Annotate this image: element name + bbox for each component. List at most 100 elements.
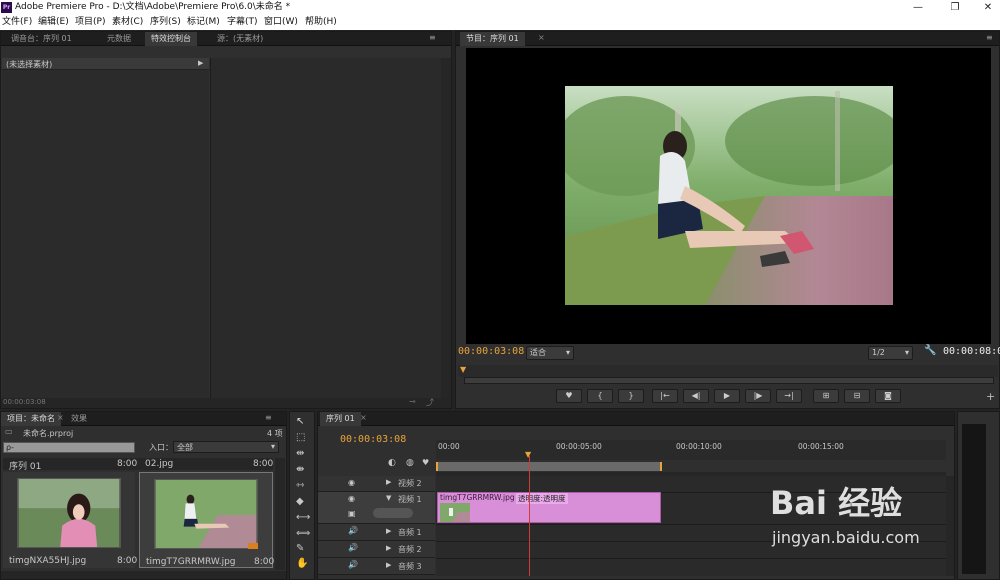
mark-in-button[interactable]: {: [587, 389, 613, 403]
export-frame-button[interactable]: ◙: [875, 389, 901, 403]
collapse-icon[interactable]: ▼: [386, 494, 391, 502]
preview-frame: [565, 86, 893, 305]
effect-controls-panel: 调音台：序列 01 元数据 特效控制台 源：(无素材) ≡ (未选择素材) ▶ …: [0, 31, 452, 409]
rolling-edit-tool-icon[interactable]: ⇼: [296, 464, 304, 475]
panel-menu-icon[interactable]: ≡: [265, 413, 272, 422]
add-marker-button[interactable]: ♥: [556, 389, 582, 403]
tab-metadata[interactable]: 元数据: [101, 32, 137, 46]
close-icon[interactable]: ✕: [978, 0, 998, 15]
clip-name: timgT7GRRMRW.jpg: [440, 493, 515, 502]
menu-window[interactable]: 窗口(W): [264, 15, 298, 30]
chevron-down-icon: ▾: [904, 348, 909, 357]
menu-clip[interactable]: 素材(C): [112, 15, 143, 30]
add-button-icon[interactable]: +: [986, 390, 995, 403]
mini-timeline[interactable]: ▼: [458, 365, 998, 377]
set-marker-icon[interactable]: ◍: [406, 458, 414, 468]
menu-title[interactable]: 字幕(T): [227, 15, 258, 30]
thumbnail-timgNXA55HJ: [17, 478, 121, 548]
selection-tool-icon[interactable]: ↖: [296, 416, 304, 427]
tab-close-icon[interactable]: ×: [57, 413, 64, 422]
snap-icon[interactable]: ◐: [388, 458, 396, 468]
razor-tool-icon[interactable]: ◆: [296, 496, 304, 507]
tab-project[interactable]: 项目：未命名: [1, 412, 61, 426]
marker-icon[interactable]: ♥: [422, 458, 429, 467]
zoom-scrollbar[interactable]: [464, 377, 994, 384]
eye-icon[interactable]: ◉: [348, 494, 355, 503]
list-item[interactable]: timgT7GRRMRW.jpg 8:00: [139, 472, 274, 568]
properties-area: [2, 70, 209, 398]
tab-audio-mixer[interactable]: 调音台：序列 01: [5, 32, 78, 46]
slip-tool-icon[interactable]: ⟷: [296, 512, 310, 523]
panel-menu-icon[interactable]: ≡: [986, 33, 993, 42]
quality-dropdown[interactable]: 1/2 ▾: [868, 346, 913, 360]
hand-tool-icon[interactable]: ✋: [296, 558, 308, 569]
go-to-in-button[interactable]: |←: [652, 389, 678, 403]
video-preview[interactable]: [466, 48, 991, 344]
maximize-icon[interactable]: ❐: [945, 0, 965, 15]
wrench-icon[interactable]: 🔧: [924, 345, 936, 356]
extract-button[interactable]: ⊟: [844, 389, 870, 403]
step-forward-button[interactable]: |▶: [745, 389, 771, 403]
playhead-icon[interactable]: ▼: [460, 365, 466, 374]
list-item[interactable]: timgNXA55HJ.jpg 8:00: [3, 472, 137, 568]
speaker-icon[interactable]: 🔊: [348, 543, 358, 552]
tools-panel: ↖ ⬚ ⇹ ⇼ ⇿ ◆ ⟷ ⟺ ✎ ✋: [289, 411, 315, 580]
in-dropdown[interactable]: 全部 ▾: [173, 441, 279, 453]
tab-close-icon[interactable]: ×: [538, 33, 545, 42]
item-name[interactable]: 序列 01: [9, 459, 41, 472]
step-back-button[interactable]: ◀|: [683, 389, 709, 403]
filter-icon[interactable]: ⊸: [409, 397, 416, 406]
watermark: Bai 经验 jingyan.baidu.com: [770, 470, 950, 547]
time-ruler[interactable]: 00:00 00:00:05:00 00:00:10:00 00:00:15:0…: [436, 440, 946, 460]
video-clip[interactable]: timgT7GRRMRW.jpg 透明度:透明度: [437, 492, 661, 523]
tab-effect-controls[interactable]: 特效控制台: [145, 32, 197, 46]
track-select-tool-icon[interactable]: ⬚: [296, 432, 305, 443]
menu-file[interactable]: 文件(F): [2, 15, 32, 30]
menu-project[interactable]: 项目(P): [75, 15, 105, 30]
menu-sequence[interactable]: 序列(S): [150, 15, 181, 30]
playhead-line[interactable]: [529, 456, 530, 576]
eye-icon[interactable]: ◉: [348, 478, 355, 487]
window-title: Adobe Premiere Pro - D:\文档\Adobe\Premier…: [15, 2, 291, 12]
play-button[interactable]: ▶: [714, 389, 740, 403]
tab-effects[interactable]: 效果: [65, 412, 93, 426]
display-style-icon[interactable]: ▣: [348, 509, 356, 518]
slide-tool-icon[interactable]: ⟺: [296, 528, 310, 539]
playhead-icon[interactable]: ▼: [525, 450, 531, 459]
minimize-icon[interactable]: —: [908, 0, 928, 15]
tab-program[interactable]: 节目：序列 01: [460, 32, 525, 46]
ripple-edit-tool-icon[interactable]: ⇹: [296, 448, 304, 459]
timeline-timecode[interactable]: 00:00:03:08: [340, 434, 406, 445]
menu-help[interactable]: 帮助(H): [305, 15, 337, 30]
vertical-scrollbar[interactable]: [441, 58, 451, 398]
tab-sequence[interactable]: 序列 01: [320, 412, 361, 426]
tab-close-icon[interactable]: ×: [360, 413, 367, 422]
menu-marker[interactable]: 标记(M): [187, 15, 220, 30]
vertical-scrollbar[interactable]: [275, 458, 285, 570]
fit-dropdown[interactable]: 适合 ▾: [526, 346, 574, 360]
expand-icon[interactable]: ▶: [386, 478, 391, 486]
pen-tool-icon[interactable]: ✎: [296, 543, 304, 554]
clip-effect-dropdown[interactable]: 透明度:透明度: [516, 493, 568, 504]
keyframe-area[interactable]: [210, 58, 441, 398]
item-name: timgNXA55HJ.jpg: [9, 556, 87, 566]
export-icon[interactable]: ⤴: [426, 397, 434, 408]
expand-icon[interactable]: ▶: [386, 561, 391, 569]
work-area-bar[interactable]: [436, 462, 662, 471]
go-to-out-button[interactable]: →|: [776, 389, 802, 403]
program-timecode[interactable]: 00:00:03:08: [458, 346, 524, 357]
keyframe-toggle[interactable]: [373, 508, 413, 518]
play-arrow-icon[interactable]: ▶: [198, 59, 203, 67]
rate-stretch-tool-icon[interactable]: ⇿: [296, 480, 304, 491]
speaker-icon[interactable]: 🔊: [348, 560, 358, 569]
menu-edit[interactable]: 编辑(E): [38, 15, 69, 30]
tab-source[interactable]: 源：(无素材): [211, 32, 269, 46]
expand-icon[interactable]: ▶: [386, 527, 391, 535]
search-input[interactable]: ρ-: [3, 442, 135, 453]
speaker-icon[interactable]: 🔊: [348, 526, 358, 535]
panel-menu-icon[interactable]: ≡: [429, 33, 436, 42]
mark-out-button[interactable]: }: [618, 389, 644, 403]
expand-icon[interactable]: ▶: [386, 544, 391, 552]
lift-button[interactable]: ⊞: [813, 389, 839, 403]
item-name[interactable]: 02.jpg: [145, 459, 173, 469]
